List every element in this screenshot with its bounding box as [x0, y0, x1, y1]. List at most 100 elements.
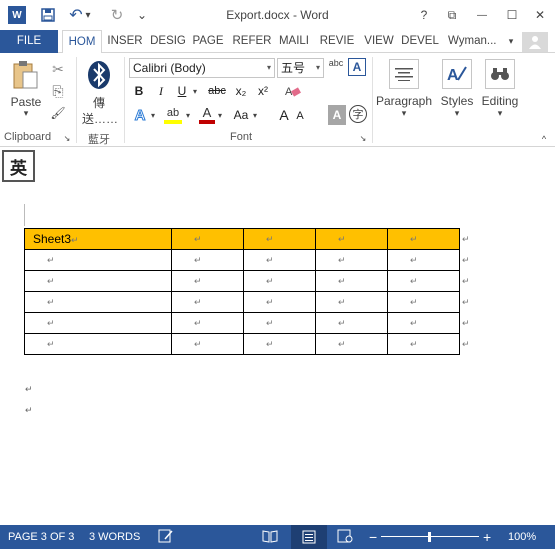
paste-label[interactable]: Paste [8, 95, 44, 109]
table-cell[interactable]: ↵ [387, 228, 460, 250]
read-mode-icon[interactable] [262, 529, 278, 546]
editing-dropdown-icon[interactable]: ▾ [476, 108, 524, 119]
clear-formatting-icon[interactable]: A [284, 82, 302, 100]
tab-view[interactable]: VIEW [362, 30, 396, 53]
table-cell[interactable]: ↵ [243, 333, 316, 355]
maximize-button[interactable]: ☐ [501, 4, 523, 26]
chevron-down-icon[interactable]: ▾ [267, 59, 271, 77]
table-cell[interactable]: ↵ [24, 270, 172, 292]
table-cell[interactable]: ↵ [315, 228, 388, 250]
table-cell[interactable]: ↵ [24, 249, 172, 271]
chevron-down-icon[interactable]: ▾ [316, 59, 320, 77]
grow-font-button[interactable]: A [276, 105, 292, 125]
data-table[interactable]: Sheet3↵ ↵ ↵ ↵ ↵ ↵ ↵ ↵ ↵ ↵ ↵ ↵ ↵ ↵ ↵ ↵ ↵ ↵ ↵ ↵ ↵ ↵ ↵ ↵ ↵ ↵ ↵ ↵ ↵ ↵ ↵ ↵ ↵ ↵… [24, 228, 471, 355]
underline-button[interactable]: U [174, 82, 190, 100]
binoculars-icon[interactable] [485, 59, 515, 89]
font-name-combo[interactable]: Calibri (Body) ▾ [129, 58, 275, 78]
tab-references[interactable]: REFER [232, 30, 272, 53]
close-button[interactable]: ✕ [529, 4, 551, 26]
shrink-font-button[interactable]: A [293, 107, 307, 125]
table-cell[interactable]: ↵ [387, 333, 460, 355]
change-case-abc-icon[interactable]: abc [327, 57, 345, 69]
table-cell[interactable]: ↵ [171, 249, 244, 271]
tab-design[interactable]: DESIG [148, 30, 188, 53]
tab-page-layout[interactable]: PAGE [190, 30, 226, 53]
font-color-button[interactable]: A [198, 105, 216, 125]
bluetooth-send-label[interactable]: 傳送…… [82, 95, 118, 127]
table-cell[interactable]: ↵ [171, 228, 244, 250]
tab-developer[interactable]: DEVEL [400, 30, 440, 53]
table-cell[interactable]: ↵ [387, 270, 460, 292]
table-cell[interactable]: ↵ [315, 249, 388, 271]
document-canvas[interactable]: 英 Sheet3↵ ↵ ↵ ↵ ↵ ↵ ↵ ↵ ↵ ↵ ↵ ↵ ↵ ↵ ↵ ↵ ↵ ↵ ↵ ↵ ↵ ↵ ↵ ↵ ↵ ↵ ↵ ↵ ↵ ↵ ↵ ↵… [0, 148, 555, 525]
paragraph-icon[interactable] [389, 59, 419, 89]
table-cell[interactable]: ↵ [387, 291, 460, 313]
styles-dropdown-icon[interactable]: ▾ [436, 108, 478, 119]
zoom-level[interactable]: 100% [508, 531, 536, 543]
text-effects-dropdown-icon[interactable]: ▾ [149, 105, 157, 125]
ribbon-display-options-button[interactable]: ⧉ [441, 4, 463, 26]
styles-icon[interactable]: A [442, 59, 472, 89]
tab-insert[interactable]: INSER [106, 30, 144, 53]
highlight-color-button[interactable]: ab [162, 105, 184, 125]
table-cell[interactable]: ↵ [171, 270, 244, 292]
enclose-characters-button[interactable]: 字 [349, 105, 367, 123]
table-cell[interactable]: ↵ [24, 291, 172, 313]
tab-review[interactable]: REVIE [318, 30, 356, 53]
web-layout-icon[interactable] [337, 529, 353, 546]
table-cell[interactable]: ↵ [387, 249, 460, 271]
bold-button[interactable]: B [131, 82, 147, 100]
user-avatar[interactable] [522, 32, 548, 52]
character-shading-button[interactable]: A [328, 105, 346, 125]
table-cell[interactable]: ↵ [171, 333, 244, 355]
table-cell[interactable]: ↵ [315, 291, 388, 313]
table-cell[interactable]: ↵ [315, 270, 388, 292]
table-cell[interactable]: ↵ [171, 312, 244, 334]
change-case-dropdown-icon[interactable]: ▾ [251, 105, 259, 125]
user-name[interactable]: Wyman... [448, 30, 508, 53]
paste-icon[interactable] [10, 59, 40, 91]
styles-button[interactable]: Styles [436, 94, 478, 108]
subscript-button[interactable]: x₂ [232, 82, 250, 100]
table-cell[interactable]: ↵ [243, 270, 316, 292]
strikethrough-button[interactable]: abc [206, 82, 228, 100]
superscript-button[interactable]: x² [254, 82, 272, 100]
proofing-icon[interactable] [158, 529, 174, 546]
table-cell[interactable]: ↵ [243, 291, 316, 313]
table-cell[interactable]: ↵ [315, 333, 388, 355]
minimize-button[interactable]: — [471, 4, 493, 26]
table-cell[interactable]: ↵ [315, 312, 388, 334]
table-cell[interactable]: ↵ [171, 291, 244, 313]
copy-icon[interactable]: ⎘ [48, 81, 68, 101]
table-cell[interactable]: ↵ [243, 249, 316, 271]
cut-icon[interactable]: ✂ [48, 59, 68, 79]
character-border-icon[interactable]: A [348, 58, 366, 76]
table-cell[interactable]: Sheet3↵ [24, 228, 172, 250]
zoom-in-button[interactable]: + [483, 529, 491, 545]
table-cell[interactable]: ↵ [243, 228, 316, 250]
paste-dropdown-icon[interactable]: ▾ [8, 108, 44, 119]
bluetooth-icon[interactable] [86, 59, 112, 91]
underline-dropdown-icon[interactable]: ▾ [191, 82, 199, 100]
table-cell[interactable]: ↵ [387, 312, 460, 334]
font-size-combo[interactable]: 五号 ▾ [277, 58, 324, 78]
zoom-slider-thumb[interactable] [428, 532, 431, 542]
print-layout-icon[interactable] [291, 525, 327, 549]
font-launcher-icon[interactable]: ↘ [358, 133, 368, 143]
clipboard-launcher-icon[interactable]: ↘ [62, 133, 72, 143]
help-button[interactable]: ? [413, 4, 435, 26]
table-cell[interactable]: ↵ [24, 333, 172, 355]
page-count[interactable]: PAGE 3 OF 3 [8, 531, 74, 543]
table-cell[interactable]: ↵ [243, 312, 316, 334]
tab-home[interactable]: HOM [62, 30, 102, 54]
paragraph-dropdown-icon[interactable]: ▾ [374, 108, 434, 119]
tab-file[interactable]: FILE [0, 30, 58, 53]
collapse-ribbon-icon[interactable]: ^ [538, 133, 550, 145]
word-count[interactable]: 3 WORDS [89, 531, 140, 543]
zoom-out-button[interactable]: − [369, 529, 377, 545]
editing-button[interactable]: Editing [476, 94, 524, 108]
tab-mailings[interactable]: MAILI [275, 30, 313, 53]
ime-mode-indicator[interactable]: 英 [2, 150, 35, 182]
font-color-dropdown-icon[interactable]: ▾ [216, 105, 224, 125]
text-effects-button[interactable]: A [131, 105, 149, 125]
